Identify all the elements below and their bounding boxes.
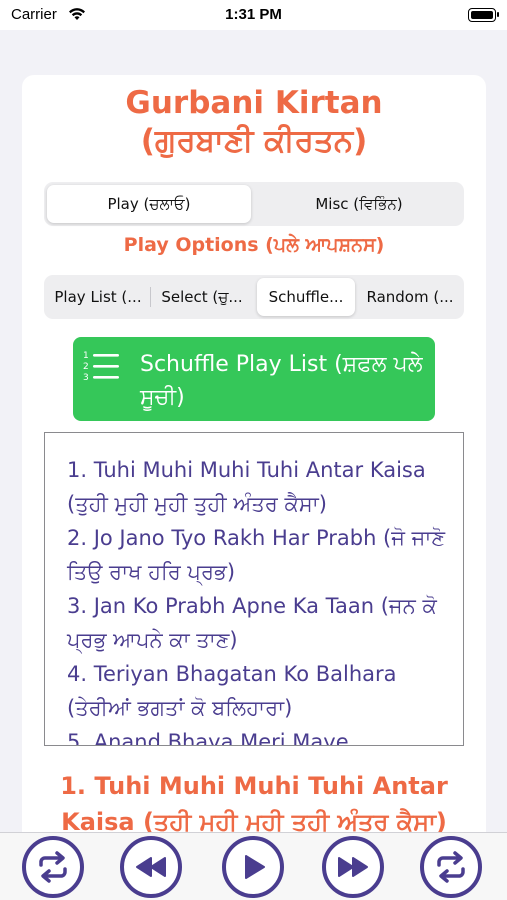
list-item[interactable]: 5. Anand Bhaya Meri Maye <box>67 725 449 745</box>
list-item[interactable]: 2. Jo Jano Tyo Rakh Har Prabh (ਜੋ ਜਾਣੋ ਤ… <box>67 521 449 589</box>
play-option-control: Play List (... Select (ਚੁ... Schuffle...… <box>44 275 464 319</box>
player-toolbar <box>0 832 507 900</box>
app-title: Gurbani Kirtan (ਗੁਰਬਾਣੀ ਕੀਰਤਨ) <box>22 84 486 160</box>
battery-icon <box>468 8 499 22</box>
svg-text:3: 3 <box>83 373 89 383</box>
list-numbered-icon: 1 2 3 <box>83 351 119 383</box>
list-item[interactable]: 3. Jan Ko Prabh Apne Ka Taan (ਜਨ ਕੋ ਪ੍ਰਭ… <box>67 589 449 657</box>
status-bar: Carrier 1:31 PM <box>0 0 507 30</box>
tab-select[interactable]: Select (ਚੁ... <box>151 278 253 316</box>
tab-play[interactable]: Play (ਚਲਾਓ) <box>47 185 251 223</box>
repeat-button[interactable] <box>22 836 84 898</box>
rewind-button[interactable] <box>120 836 182 898</box>
title-line-punjabi: (ਗੁਰਬਾਣੀ ਕੀਰਤਨ) <box>140 123 368 159</box>
tab-play-list[interactable]: Play List (... <box>47 278 149 316</box>
tab-misc[interactable]: Misc (ਵਿਭਿੰਨ) <box>257 185 461 223</box>
repeat-button[interactable] <box>420 836 482 898</box>
now-playing-title: 1. Tuhi Muhi Muhi Tuhi Antar Kaisa (ਤੁਹੀ… <box>60 772 448 836</box>
play-options-heading: Play Options (ਪਲੇ ਆਪਸ਼ਨਸ) <box>123 234 385 256</box>
title-line-english: Gurbani Kirtan <box>125 85 383 121</box>
main-tab-control: Play (ਚਲਾਓ) Misc (ਵਿਭਿੰਨ) <box>44 182 464 226</box>
shuffle-button-label: Schuffle Play List (ਸ਼ਫਲ ਪਲੇ ਸੂਚੀ) <box>140 352 423 410</box>
play-icon <box>245 855 265 879</box>
rewind-icon <box>136 857 166 877</box>
play-list[interactable]: 1. Tuhi Muhi Muhi Tuhi Antar Kaisa (ਤੁਹੀ… <box>44 432 464 746</box>
fast-forward-button[interactable] <box>322 836 384 898</box>
list-item[interactable]: 4. Teriyan Bhagatan Ko Balhara (ਤੇਰੀਆਂ ਭ… <box>67 657 449 725</box>
tab-random[interactable]: Random (... <box>359 278 461 316</box>
shuffle-play-list-button[interactable]: 1 2 3 Schuffle Play List (ਸ਼ਫਲ ਪਲੇ ਸੂਚੀ) <box>73 337 435 421</box>
repeat-icon <box>437 851 465 883</box>
play-button[interactable] <box>222 836 284 898</box>
list-item[interactable]: 1. Tuhi Muhi Muhi Tuhi Antar Kaisa (ਤੁਹੀ… <box>67 453 449 521</box>
tab-schuffle[interactable]: Schuffle... <box>257 278 355 316</box>
svg-text:1: 1 <box>83 351 89 361</box>
repeat-icon <box>39 851 67 883</box>
fast-forward-icon <box>338 857 368 877</box>
clock: 1:31 PM <box>225 6 282 23</box>
svg-text:2: 2 <box>83 362 89 372</box>
